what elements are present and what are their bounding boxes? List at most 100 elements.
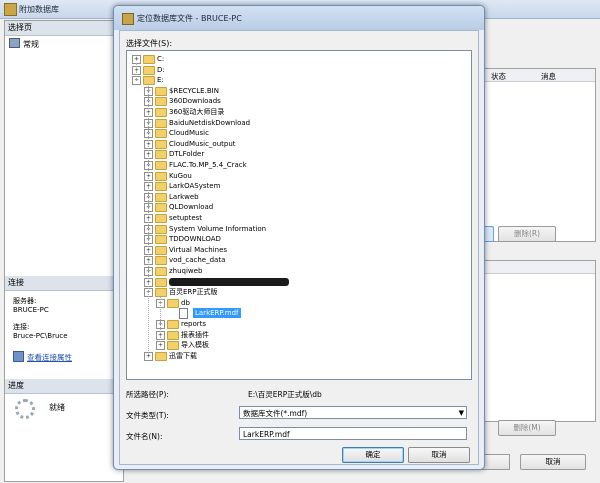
progress-header: 进度 [5, 379, 126, 394]
folder-icon [143, 76, 155, 86]
connection-label: 连接: [13, 323, 30, 331]
tree-node-label: CloudMusic [169, 129, 209, 138]
tree-node-label: KuGou [169, 171, 192, 180]
view-connection-properties-link[interactable]: 查看连接属性 [13, 351, 72, 363]
tree-node-label: 迅雷下载 [169, 351, 197, 360]
folder-icon [155, 161, 167, 170]
folder-icon [155, 150, 167, 160]
tree-node-label: Virtual Machines [169, 245, 228, 254]
server-label: 服务器: [13, 297, 37, 305]
properties-icon [13, 351, 24, 362]
remove-database-button[interactable]: 删除(R) [498, 226, 556, 242]
select-file-label: 选择文件(S): [126, 39, 173, 48]
folder-icon [155, 118, 167, 128]
tree-node-label: 报表插件 [181, 330, 209, 339]
database-icon [4, 3, 17, 16]
folder-icon [167, 298, 179, 308]
dialog-title-bar: 定位数据库文件 - BRUCE-PC [114, 6, 484, 30]
tree-node-label: TDDOWNLOAD [169, 235, 221, 244]
details-grid-header [483, 261, 595, 274]
folder-icon [155, 182, 167, 192]
tree-node-label: D: [157, 65, 165, 74]
folder-icon [167, 341, 179, 351]
connection-header: 连接 [5, 276, 126, 291]
file-type-value: 数据库文件(*.mdf) [243, 409, 308, 418]
progress-status: 就绪 [49, 403, 65, 412]
folder-icon [155, 224, 167, 234]
dialog-title: 定位数据库文件 - BRUCE-PC [137, 14, 242, 23]
database-details-grid[interactable] [482, 260, 596, 422]
cancel-button[interactable]: 取消 [408, 447, 470, 463]
dropdown-arrow-icon[interactable]: ▼ [459, 407, 464, 420]
tree-node-label: E: [157, 76, 164, 85]
selected-path-value: E:\百灵ERP正式版\db [248, 390, 322, 399]
server-value: BRUCE-PC [13, 306, 49, 314]
page-icon [9, 38, 20, 48]
dialog-body: 选择文件(S): + C: + D: − E: + $RECYCLE.BIN +360Downl… [119, 30, 479, 465]
folder-icon [155, 256, 167, 266]
database-icon [122, 13, 134, 25]
folder-icon [155, 245, 167, 255]
tree-node-label: reports [181, 320, 207, 328]
connection-value: Bruce-PC\Bruce [13, 332, 68, 340]
file-name-label: 文件名(N): [126, 432, 163, 441]
tree-node-label: System Volume Information [169, 224, 267, 233]
remove-file-button[interactable]: 删除(M) [498, 420, 556, 436]
right-area: 状态 消息 删除(R) 删除(M) 取消 [478, 20, 598, 480]
tree-node-label: FLAC.To.MP_5.4_Crack [169, 161, 247, 169]
bg-window-title: 附加数据库 [19, 5, 59, 14]
tree-node-label: zhuqiweb [169, 267, 203, 275]
redacted-label [169, 277, 289, 286]
view-connection-label: 查看连接属性 [27, 353, 72, 362]
file-tree[interactable]: + C: + D: − E: + $RECYCLE.BIN +360Downloads +360驱… [126, 50, 472, 380]
folder-icon [143, 55, 155, 64]
folder-icon [155, 86, 167, 96]
progress-spinner-icon [15, 399, 35, 419]
tree-guide-line [160, 296, 161, 347]
bg-cancel-button[interactable]: 取消 [520, 454, 586, 470]
folder-icon [155, 267, 167, 276]
column-status: 状态 [491, 72, 506, 81]
folder-icon [167, 320, 179, 329]
tree-node-label: Larkweb [169, 192, 199, 201]
file-type-label: 文件类型(T): [126, 411, 169, 420]
folder-icon [155, 97, 167, 107]
tree-node-label: BaiduNetdiskDownload [169, 118, 251, 127]
tree-node-label: DTLFolder [169, 150, 205, 159]
file-name-input[interactable]: LarkERP.mdf [239, 427, 467, 440]
tree-node-label: C: [157, 55, 165, 63]
tree-node-label: db [181, 298, 190, 307]
folder-icon [167, 330, 179, 340]
folder-icon [155, 288, 167, 298]
column-message: 消息 [541, 72, 556, 81]
tree-node-label: 导入模板 [181, 341, 209, 350]
tree-guide-line [136, 63, 137, 82]
tree-node-label: 百灵ERP正式版 [169, 288, 218, 297]
left-panel: 选择页 常规 连接 服务器: BRUCE-PC 连接: Bruce-PC\Bru… [4, 20, 126, 482]
folder-icon [155, 277, 167, 287]
folder-icon [155, 171, 167, 181]
tree-node-label: 360驱动大师目录 [169, 108, 225, 116]
tree-node-label: LarkERP.mdf [193, 308, 241, 319]
tree-node-label: LarkOASystem [169, 182, 221, 191]
folder-icon [155, 214, 167, 223]
folder-icon [155, 139, 167, 149]
tree-node-label: vod_cache_data [169, 256, 226, 265]
tree-guide-line [148, 84, 149, 357]
folder-icon [155, 192, 167, 202]
tree-node-label: QLDownload [169, 203, 214, 212]
file-type-select[interactable]: 数据库文件(*.mdf) ▼ [239, 406, 467, 419]
selected-path-label: 所选路径(P): [126, 390, 169, 399]
folder-icon [155, 235, 167, 245]
grid-header: 状态 消息 [483, 69, 595, 82]
folder-icon [155, 351, 167, 361]
page-item-general[interactable]: 常规 [9, 38, 39, 50]
select-page-header: 选择页 [5, 21, 126, 36]
tree-node-label: 360Downloads [169, 97, 221, 106]
locate-database-files-dialog: 定位数据库文件 - BRUCE-PC 选择文件(S): + C: + D: − E: + $R… [113, 5, 485, 470]
page-item-general-label: 常规 [23, 40, 39, 49]
ok-button[interactable]: 确定 [342, 447, 404, 463]
folder-icon [155, 129, 167, 139]
tree-node-label: $RECYCLE.BIN [169, 86, 219, 95]
databases-grid[interactable]: 状态 消息 [482, 68, 596, 242]
